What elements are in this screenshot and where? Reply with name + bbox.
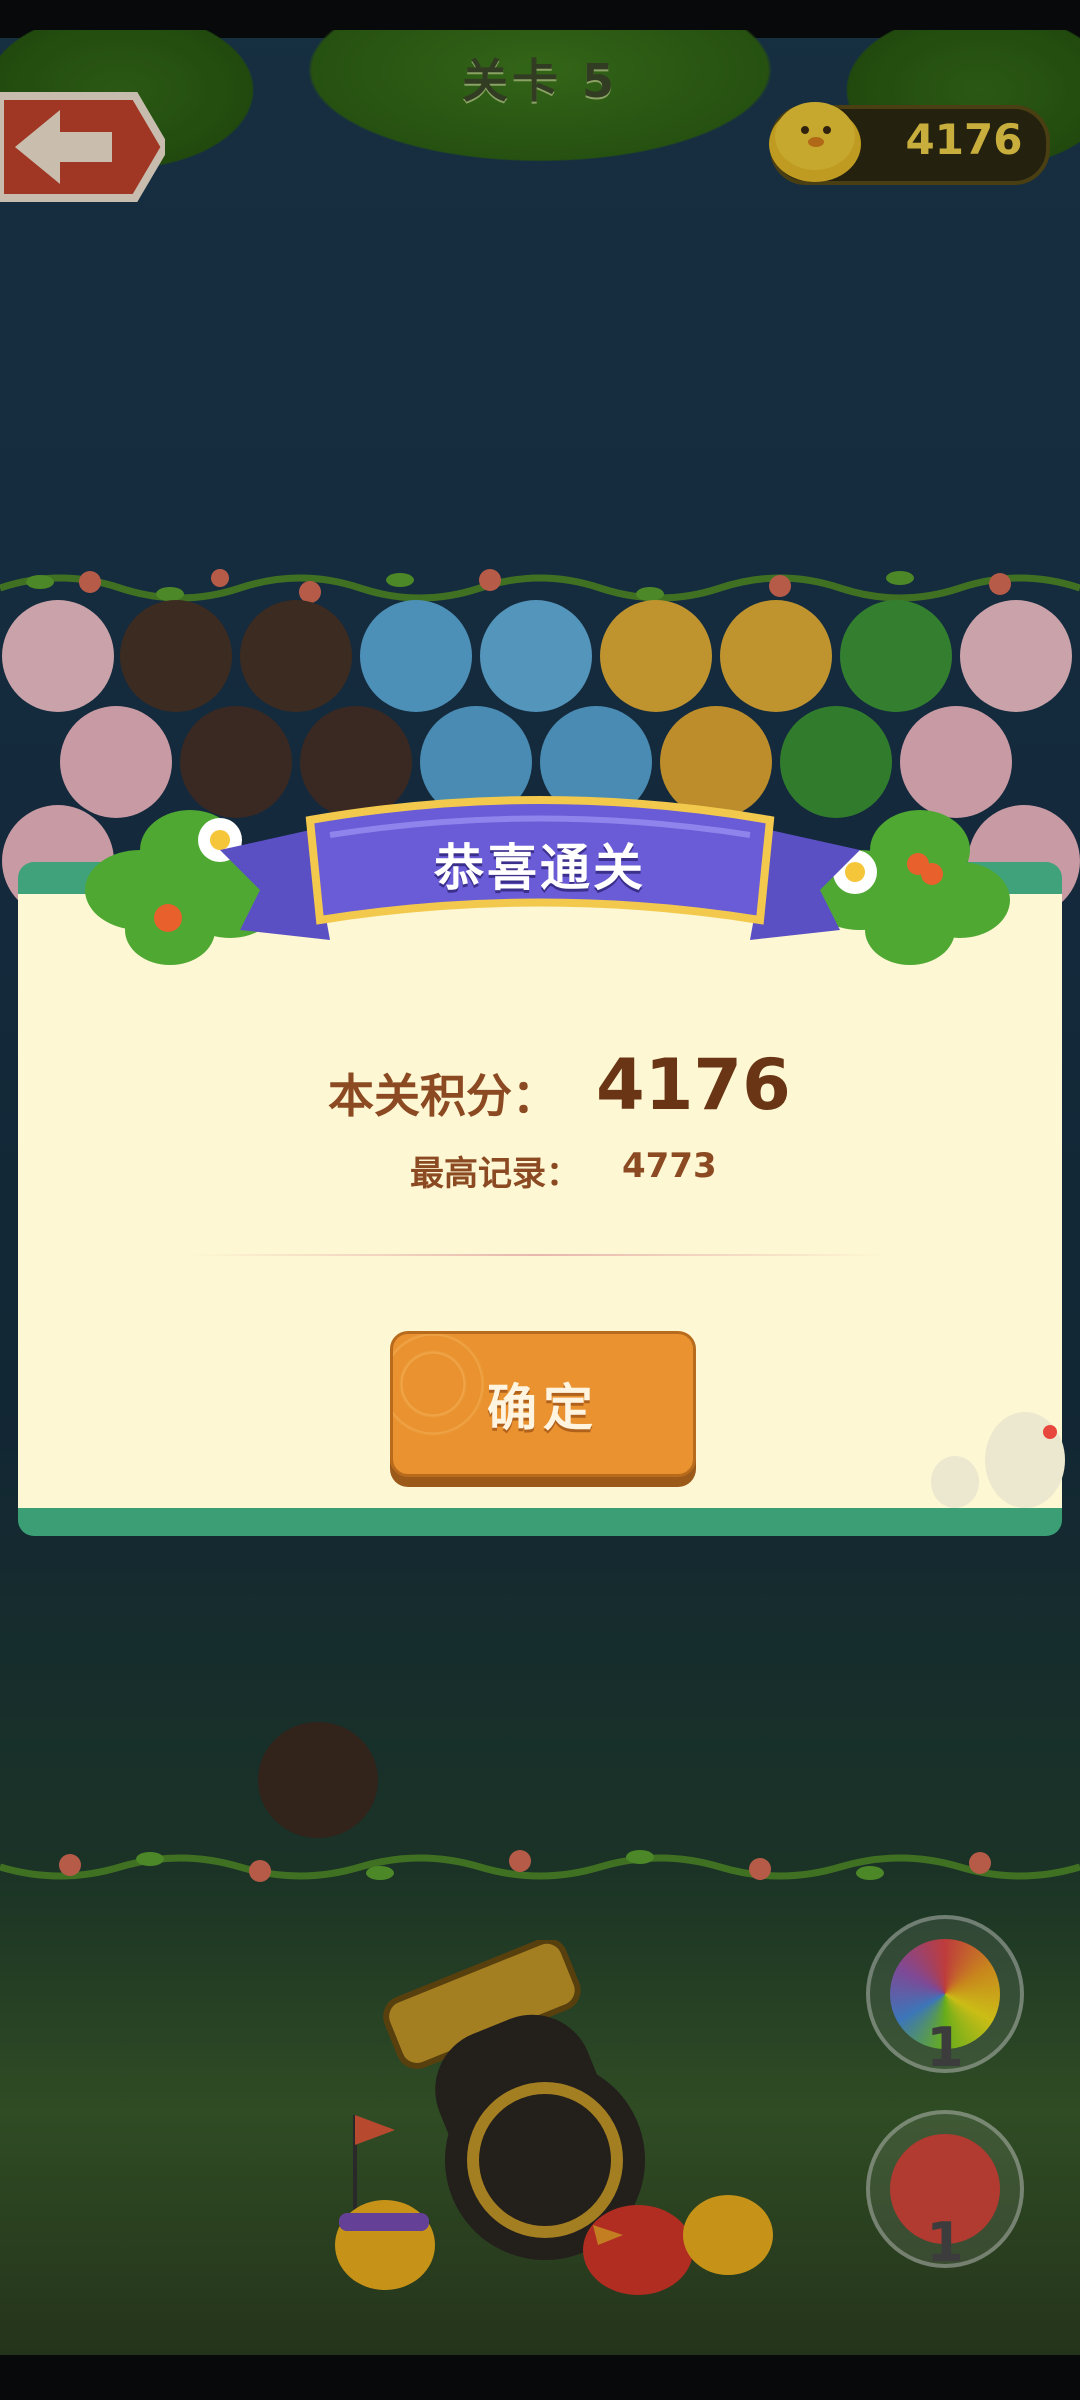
confirm-button[interactable]: 确定 (390, 1331, 696, 1477)
score-value: 4176 (596, 1044, 791, 1126)
ghost-chicks-decoration (931, 1412, 1065, 1508)
panel-stitch-bottom (18, 1521, 1062, 1524)
best-record-label: 最高记录： (410, 1154, 580, 1194)
best-record-value: 4773 (622, 1146, 717, 1186)
divider (188, 1254, 888, 1256)
congrats-title: 恭喜通关 (434, 839, 646, 897)
confirm-button-label: 确定 (487, 1379, 599, 1437)
score-label: 本关积分： (328, 1069, 558, 1123)
